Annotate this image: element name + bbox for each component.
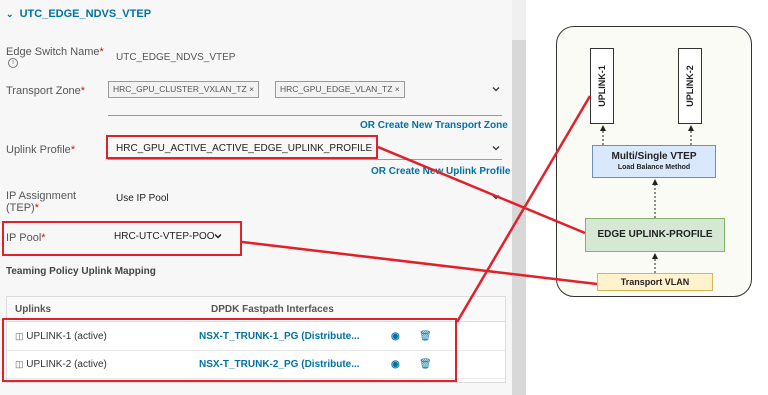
connector-lines <box>241 95 694 323</box>
